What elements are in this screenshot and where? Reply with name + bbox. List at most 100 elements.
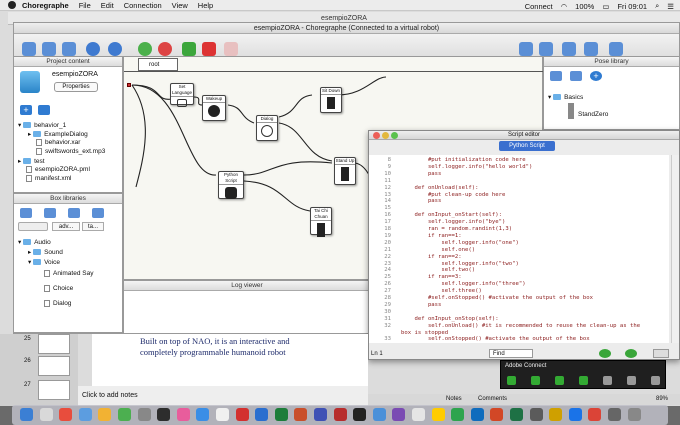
tree-item-mp3[interactable]: swiftswords_ext.mp3 [36,148,105,155]
menu-clock[interactable]: Fri 09:01 [617,2,647,11]
connect-icon[interactable] [138,42,152,56]
tab-tags[interactable]: ta... [82,222,104,231]
dock-app-icon[interactable] [235,408,249,421]
speaker-icon[interactable] [579,376,588,385]
find-previous-icon[interactable] [599,349,611,358]
dock-app-icon[interactable] [549,408,563,421]
import-icon[interactable] [38,105,50,115]
dock-app-icon[interactable] [59,408,73,421]
dock-app-icon[interactable] [627,408,641,421]
zoom-icon[interactable] [391,132,398,139]
dock-app-icon[interactable] [392,408,406,421]
dock-app-icon[interactable] [353,408,367,421]
play-icon[interactable] [182,42,196,56]
comments-button[interactable]: Comments [478,394,507,405]
dock-app-icon[interactable] [294,408,308,421]
library-search-icon[interactable] [18,222,48,231]
dock-app-icon[interactable] [431,408,445,421]
dock-app-icon[interactable] [451,408,465,421]
tab-python-script[interactable]: Python Script [499,141,555,151]
menu-help[interactable]: Help [198,1,213,10]
notification-icon[interactable] [651,376,660,385]
dock-app-icon[interactable] [137,408,151,421]
close-icon[interactable] [373,132,380,139]
tree-item-test[interactable]: ▸ test [18,157,45,165]
dock-app-icon[interactable] [470,408,484,421]
slide-thumbnail[interactable] [38,356,70,376]
dock-app-icon[interactable] [314,408,327,421]
pose-group-basics[interactable]: ▾ Basics [548,93,583,101]
menu-list-icon[interactable]: ☰ [667,2,674,11]
dock-app-icon[interactable] [157,408,171,421]
tree-item-exampledialog[interactable]: ▸ ExampleDialog [28,130,88,138]
dock-app-icon[interactable] [372,408,386,421]
node-set-language[interactable]: Set Language [170,83,194,107]
stop-icon[interactable] [202,42,216,56]
library-item-sound[interactable]: ▸ Sound [28,248,63,256]
tree-item-pml[interactable]: esempioZORA.pml [26,166,90,173]
node-sit-down[interactable]: Sit Down [320,87,342,113]
debug-icon[interactable] [224,42,238,56]
tree-item-behavior-xar[interactable]: behavior.xar [36,139,80,146]
node-dialog[interactable]: Dialog [256,115,278,141]
dock-app-icon[interactable] [255,408,269,421]
motors-icon[interactable] [562,42,576,56]
robot-view-icon[interactable] [609,42,623,56]
undo-icon[interactable] [86,42,100,56]
menu-app-name[interactable]: Choregraphe [22,1,69,10]
code-scrollbar[interactable] [671,155,679,343]
posture-icon[interactable] [584,42,598,56]
pose-new-icon[interactable] [550,71,562,81]
minimize-icon[interactable] [382,132,389,139]
attendees-icon[interactable] [603,376,612,385]
open-project-icon[interactable] [42,42,56,56]
menu-connection[interactable]: Connection [124,1,162,10]
tab-advanced[interactable]: adv... [52,222,80,231]
add-icon[interactable]: + [20,105,32,115]
properties-button[interactable]: Properties [54,82,98,92]
dock-app-icon[interactable] [490,408,504,421]
dock-app-icon[interactable] [196,408,210,421]
dock-app-icon[interactable] [78,408,92,421]
dock-app-icon[interactable] [274,408,288,421]
dock-app-icon[interactable] [510,408,523,421]
dock-app-icon[interactable] [20,408,33,421]
node-wakeup[interactable]: Wakeup [202,95,226,121]
dock-app-icon[interactable] [118,408,131,421]
node-stand-up[interactable]: Stand Up [334,157,356,185]
menu-view[interactable]: View [172,1,188,10]
tools-icon[interactable] [653,349,669,358]
library-box-animated-say[interactable]: Animated Say [44,270,93,277]
new-project-icon[interactable] [22,42,36,56]
library-save-icon[interactable] [68,208,80,218]
dock-app-icon[interactable] [608,408,621,421]
library-open-icon[interactable] [44,208,56,218]
add-pose-icon[interactable]: + [590,71,602,81]
camera-icon[interactable] [507,376,516,385]
microphone-icon[interactable] [555,376,564,385]
volume-icon[interactable] [519,42,533,56]
library-filter-icon[interactable] [92,208,104,218]
share-icon[interactable] [531,376,540,385]
pose-item-standzero[interactable]: StandZero [578,111,608,118]
dock-app-icon[interactable] [39,408,53,421]
library-box-choice[interactable]: Choice [44,285,73,292]
dock-app-icon[interactable] [333,408,347,421]
save-icon[interactable] [62,42,76,56]
notes-pane[interactable]: Click to add notes [78,386,368,406]
node-tai-chi[interactable]: Tai Chi Chuan [310,207,332,237]
pose-open-icon[interactable] [570,71,582,81]
dock-app-icon[interactable] [216,408,229,421]
battery-icon[interactable]: ▭ [602,2,609,11]
library-new-icon[interactable] [20,208,32,218]
chat-icon[interactable] [627,376,636,385]
dock-app-icon[interactable] [98,408,112,421]
tree-item-behavior[interactable]: ▾ behavior_1 [18,121,66,129]
tree-item-manifest[interactable]: manifest.xml [26,175,71,182]
apple-icon[interactable] [8,1,16,9]
find-next-icon[interactable] [625,349,637,358]
library-box-dialog[interactable]: Dialog [44,300,71,307]
awareness-icon[interactable] [539,42,553,56]
dock-app-icon[interactable] [412,408,425,421]
input-port[interactable] [127,83,131,87]
